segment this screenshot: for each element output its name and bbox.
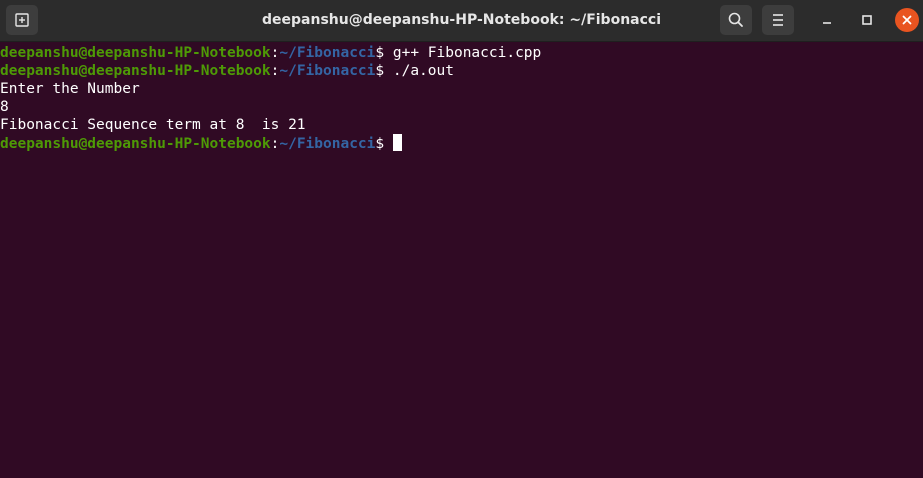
terminal-output[interactable]: deepanshu@deepanshu-HP-Notebook:~/Fibona… bbox=[0, 44, 923, 478]
prompt-symbol: $ bbox=[375, 63, 393, 79]
maximize-icon bbox=[862, 15, 872, 25]
prompt-user: deepanshu@deepanshu-HP-Notebook bbox=[0, 63, 271, 79]
terminal-line-prompt: deepanshu@deepanshu-HP-Notebook:~/Fibona… bbox=[0, 62, 923, 80]
prompt-symbol: $ bbox=[375, 136, 393, 152]
terminal-line-output: Enter the Number bbox=[0, 81, 140, 97]
prompt-path: ~/Fibonacci bbox=[279, 63, 376, 79]
window-title: deepanshu@deepanshu-HP-Notebook: ~/Fibon… bbox=[262, 12, 661, 28]
terminal-line-output: 8 bbox=[0, 99, 9, 115]
terminal-line-output: Fibonacci Sequence term at 8 is 21 bbox=[0, 117, 306, 133]
close-icon bbox=[902, 15, 912, 25]
close-button[interactable] bbox=[895, 8, 919, 32]
prompt-user: deepanshu@deepanshu-HP-Notebook bbox=[0, 45, 271, 61]
text-cursor bbox=[392, 134, 402, 151]
hamburger-menu-icon bbox=[773, 14, 783, 26]
prompt-symbol: $ bbox=[375, 45, 393, 61]
prompt-user: deepanshu@deepanshu-HP-Notebook bbox=[0, 136, 271, 152]
terminal-line-prompt: deepanshu@deepanshu-HP-Notebook:~/Fibona… bbox=[0, 134, 923, 152]
minimize-button[interactable] bbox=[815, 8, 839, 32]
maximize-button[interactable] bbox=[855, 8, 879, 32]
search-icon bbox=[728, 12, 743, 27]
terminal-line-prompt: deepanshu@deepanshu-HP-Notebook:~/Fibona… bbox=[0, 44, 923, 62]
search-button[interactable] bbox=[720, 5, 752, 35]
new-tab-button[interactable] bbox=[6, 5, 38, 35]
command-text: g++ Fibonacci.cpp bbox=[392, 45, 542, 61]
minimize-icon bbox=[823, 22, 831, 24]
menu-button[interactable] bbox=[762, 5, 794, 35]
command-text: ./a.out bbox=[392, 63, 454, 79]
prompt-path: ~/Fibonacci bbox=[279, 45, 376, 61]
prompt-path: ~/Fibonacci bbox=[279, 136, 376, 152]
terminal-window: deepanshu@deepanshu-HP-Notebook: ~/Fibon… bbox=[0, 0, 923, 478]
title-bar[interactable]: deepanshu@deepanshu-HP-Notebook: ~/Fibon… bbox=[0, 0, 923, 42]
new-tab-icon bbox=[15, 13, 29, 27]
